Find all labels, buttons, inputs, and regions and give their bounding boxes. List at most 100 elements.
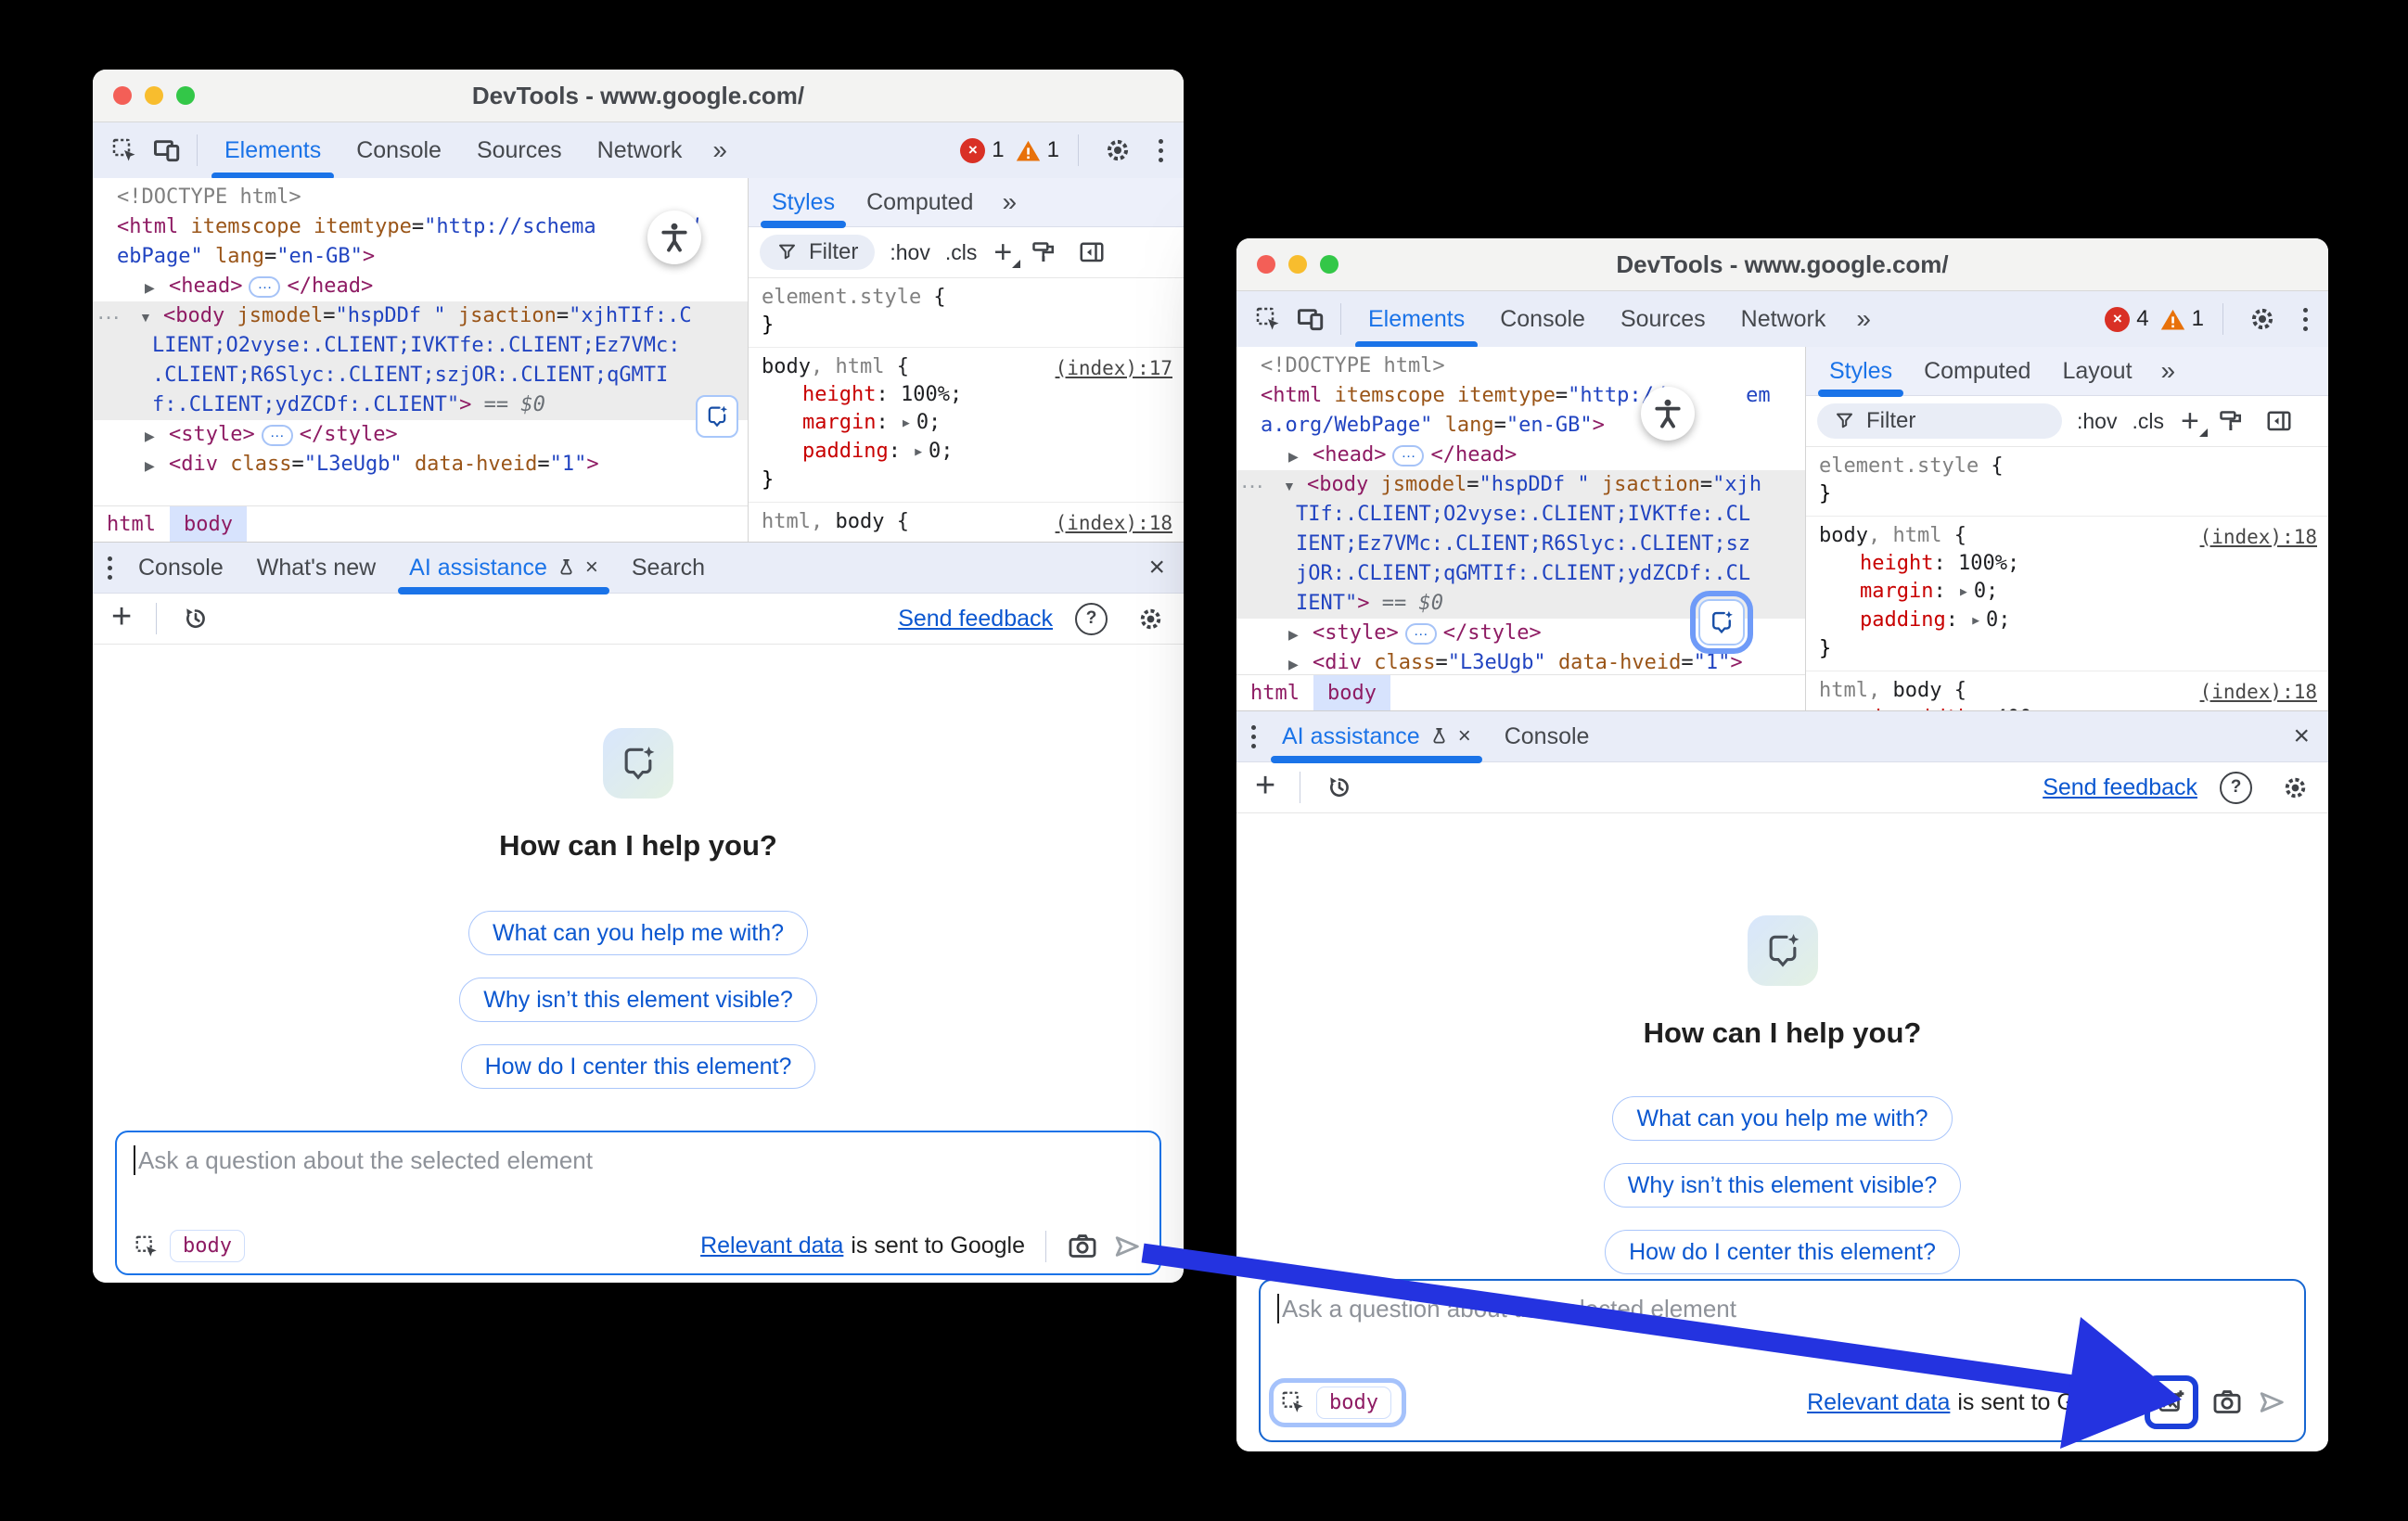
inspect-icon[interactable]: [104, 130, 145, 171]
new-style-rule-button[interactable]: +: [993, 236, 1012, 268]
new-chat-button[interactable]: +: [1249, 768, 1281, 808]
send-prompt-icon[interactable]: [2256, 1387, 2287, 1418]
styles-tab-computed[interactable]: Computed: [1908, 347, 2046, 395]
suggestion-pill-why-isn-t-this-element-visible[interactable]: Why isn’t this element visible?: [459, 978, 816, 1022]
minimize-window-button[interactable]: [1288, 255, 1307, 274]
close-window-button[interactable]: [113, 86, 132, 105]
expand-children-icon[interactable]: …: [1405, 623, 1437, 645]
tab-elements[interactable]: Elements: [207, 122, 339, 178]
more-styles-tabs-icon[interactable]: »: [989, 178, 1030, 226]
add-image-button-highlighted[interactable]: [2145, 1375, 2198, 1429]
twisty-arrow-icon[interactable]: ▼: [1283, 471, 1307, 501]
filter-input[interactable]: Filter: [760, 235, 875, 270]
drawer-more-menu-icon[interactable]: [1242, 725, 1265, 748]
more-menu-icon[interactable]: [1149, 139, 1172, 162]
close-drawer-icon[interactable]: ×: [2280, 721, 2323, 752]
panel-toggle-icon[interactable]: [1075, 232, 1108, 273]
prompt-input[interactable]: Ask a question about the selected elemen…: [1259, 1279, 2306, 1442]
dom-line[interactable]: …▼<body jsmodel="hspDDf " jsaction="xjhT…: [93, 301, 748, 331]
rendering-brush-icon[interactable]: [1027, 232, 1060, 273]
dom-line[interactable]: ▶<style>…</style>: [93, 420, 748, 450]
dom-line[interactable]: jOR:.CLIENT;qGMTIf:.CLIENT;ydZCDf:.CL: [1236, 559, 1805, 589]
relevant-data-link[interactable]: Relevant data: [700, 1233, 843, 1259]
inspect-icon[interactable]: [1248, 299, 1288, 339]
css-declaration[interactable]: padding: ▶0;: [1819, 607, 2315, 635]
more-menu-icon[interactable]: [2294, 308, 2317, 331]
twisty-arrow-icon[interactable]: ▶: [1288, 441, 1313, 471]
more-styles-tabs-icon[interactable]: »: [2148, 347, 2189, 395]
stylesheet-link[interactable]: (index):18: [2200, 523, 2317, 551]
close-drawer-icon[interactable]: ×: [1135, 552, 1178, 583]
selected-element-chip[interactable]: body: [170, 1230, 245, 1262]
breadcrumb-item-body[interactable]: body: [1313, 675, 1390, 710]
inspect-icon[interactable]: [134, 1233, 160, 1259]
tab-sources[interactable]: Sources: [1603, 291, 1723, 347]
twisty-arrow-icon[interactable]: ▶: [145, 451, 169, 480]
toggle-class-state[interactable]: .cls: [945, 240, 978, 265]
styles-tab-styles[interactable]: Styles: [1813, 347, 1908, 395]
css-declaration[interactable]: margin: ▶0;: [762, 409, 1171, 438]
device-toolbar-icon[interactable]: [1290, 299, 1331, 339]
filter-input[interactable]: Filter: [1817, 403, 2062, 439]
help-icon[interactable]: ?: [1075, 603, 1108, 635]
dom-line[interactable]: ▶<head>…</head>: [1236, 441, 1805, 470]
drawer-tab-console[interactable]: Console: [1488, 711, 1607, 761]
breadcrumb-item-html[interactable]: html: [93, 506, 170, 542]
suggestion-pill-how-do-i-center-this-element[interactable]: How do I center this element?: [461, 1044, 816, 1089]
expand-children-icon[interactable]: …: [262, 425, 293, 446]
toggle-hover-state[interactable]: :hov: [2077, 409, 2117, 434]
dom-line[interactable]: <html itemscope itemtype="http://em: [1236, 381, 1805, 411]
twisty-arrow-icon[interactable]: ▼: [139, 302, 163, 332]
inspect-icon[interactable]: [1280, 1389, 1306, 1415]
new-style-rule-button[interactable]: +: [2181, 405, 2199, 437]
dom-line[interactable]: .CLIENT;R6Slyc:.CLIENT;szjOR:.CLIENT;qGM…: [93, 361, 748, 390]
css-declaration[interactable]: margin: ▶0;: [1819, 578, 2315, 607]
stylesheet-link[interactable]: (index):18: [1056, 509, 1172, 537]
expand-children-icon[interactable]: …: [1392, 445, 1424, 467]
drawer-tab-ai-assistance[interactable]: AI assistance×: [1265, 711, 1488, 761]
expand-children-icon[interactable]: …: [249, 276, 280, 298]
prompt-input[interactable]: Ask a question about the selected elemen…: [115, 1131, 1161, 1275]
suggestion-pill-what-can-you-help-me-with[interactable]: What can you help me with?: [1612, 1096, 1952, 1141]
ask-ai-sparkle-button-highlighted[interactable]: [1698, 599, 1745, 645]
breadcrumb-item-html[interactable]: html: [1236, 675, 1313, 710]
settings-gear-icon[interactable]: [1097, 130, 1138, 171]
screenshot-camera-icon[interactable]: [1067, 1231, 1098, 1262]
ai-settings-gear-icon[interactable]: [1130, 598, 1171, 639]
dom-line[interactable]: LIENT;O2vyse:.CLIENT;IVKTfe:.CLIENT;Ez7V…: [93, 331, 748, 361]
dom-line[interactable]: f:.CLIENT;ydZCDf:.CLIENT"> == $0: [93, 390, 748, 420]
styles-tab-styles[interactable]: Styles: [756, 178, 851, 226]
css-declaration[interactable]: height: 100%;: [762, 381, 1171, 409]
tab-network[interactable]: Network: [580, 122, 700, 178]
dom-line[interactable]: a.org/WebPage" lang="en-GB">: [1236, 411, 1805, 441]
history-icon[interactable]: [175, 598, 216, 639]
dom-line[interactable]: <!DOCTYPE html>: [93, 183, 748, 212]
dom-line[interactable]: IENT;Ez7VMc:.CLIENT;R6Slyc:.CLIENT;sz: [1236, 530, 1805, 559]
drawer-tab-console[interactable]: Console: [122, 543, 240, 593]
dom-line[interactable]: …▼<body jsmodel="hspDDf " jsaction="xjh: [1236, 470, 1805, 500]
selected-element-chip[interactable]: body: [1316, 1387, 1391, 1419]
stylesheet-link[interactable]: (index):18: [2200, 678, 2317, 706]
twisty-arrow-icon[interactable]: ▶: [145, 421, 169, 451]
new-chat-button[interactable]: +: [106, 599, 137, 639]
suggestion-pill-what-can-you-help-me-with[interactable]: What can you help me with?: [468, 911, 808, 955]
error-badge[interactable]: ×4: [2105, 306, 2148, 332]
prompt-placeholder-line[interactable]: Ask a question about the selected elemen…: [1277, 1294, 2287, 1323]
twisty-arrow-icon[interactable]: ▶: [1288, 620, 1313, 649]
help-icon[interactable]: ?: [2220, 772, 2252, 804]
tab-sources[interactable]: Sources: [459, 122, 580, 178]
zoom-window-button[interactable]: [1320, 255, 1338, 274]
minimize-window-button[interactable]: [145, 86, 163, 105]
twisty-arrow-icon[interactable]: ▶: [145, 273, 169, 302]
toggle-class-state[interactable]: .cls: [2132, 409, 2164, 434]
more-tabs-icon[interactable]: »: [699, 122, 740, 178]
drawer-tab-ai-assistance[interactable]: AI assistance×: [392, 543, 615, 593]
toggle-hover-state[interactable]: :hov: [890, 240, 929, 265]
relevant-data-link[interactable]: Relevant data: [1807, 1389, 1950, 1416]
more-tabs-icon[interactable]: »: [1843, 291, 1884, 347]
suggestion-pill-why-isn-t-this-element-visible[interactable]: Why isn’t this element visible?: [1604, 1163, 1961, 1208]
ask-ai-sparkle-button[interactable]: [696, 395, 738, 438]
drawer-tab-what-s-new[interactable]: What's new: [240, 543, 392, 593]
breadcrumb-item-body[interactable]: body: [170, 506, 247, 542]
drawer-tab-search[interactable]: Search: [615, 543, 722, 593]
